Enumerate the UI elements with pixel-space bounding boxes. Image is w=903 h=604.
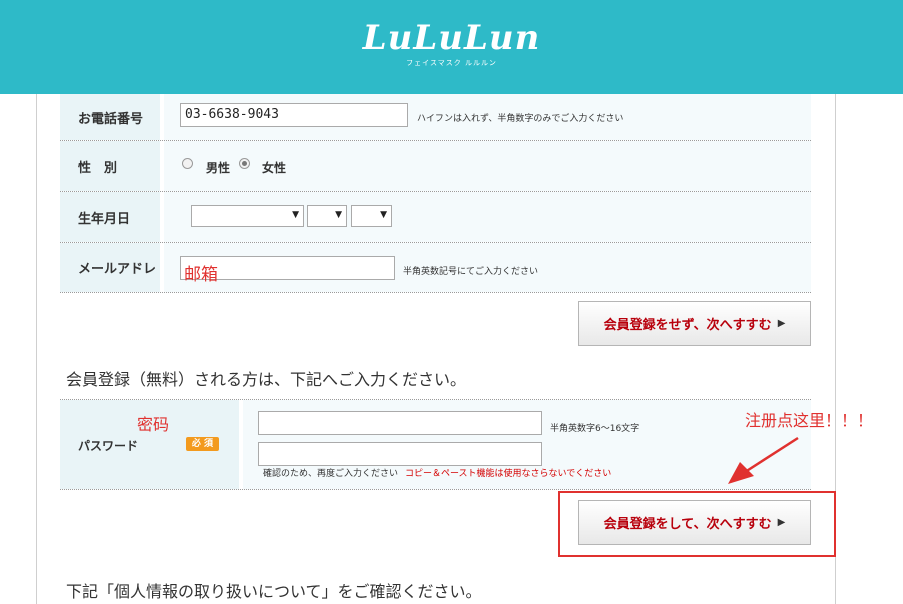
phone-input[interactable]: 03-6638-9043 bbox=[180, 103, 408, 127]
logo[interactable]: LuLuLun bbox=[0, 18, 903, 58]
triangle-right-icon: ▶ bbox=[777, 318, 786, 329]
logo-subtitle: フェイスマスク ルルルン bbox=[406, 59, 497, 67]
triangle-down-icon: ▼ bbox=[380, 210, 387, 220]
required-badge: 必 須 bbox=[186, 437, 219, 451]
phone-hint: ハイフンは入れず、半角数字のみでご入力ください bbox=[417, 114, 624, 124]
site-header: LuLuLun フェイスマスク ルルルン bbox=[0, 0, 903, 94]
email-label: メールアドレ bbox=[60, 243, 160, 292]
gender-male-radio[interactable] bbox=[182, 158, 193, 169]
email-row: メールアドレ 半角英数記号にてご入力ください bbox=[60, 243, 811, 293]
password-row: 半角英数字6〜16文字 確認のため、再度ご入力ください コピー＆ペースト機能は使… bbox=[60, 399, 811, 490]
register-highlight-box bbox=[558, 491, 836, 557]
birth-day-select[interactable]: ▼ bbox=[351, 205, 392, 227]
phone-row: お電話番号 03-6638-9043 ハイフンは入れず、半角数字のみでご入力くだ… bbox=[60, 94, 811, 141]
password-annotation: 密码 bbox=[137, 415, 170, 434]
gender-row: 性 別 男性 女性 bbox=[60, 141, 811, 192]
gender-female-label[interactable]: 女性 bbox=[262, 159, 286, 176]
birthday-field-area: ▼ ▼ ▼ bbox=[164, 192, 811, 242]
phone-field-area: 03-6638-9043 ハイフンは入れず、半角数字のみでご入力ください bbox=[164, 94, 811, 140]
email-field-area: 半角英数記号にてご入力ください bbox=[164, 243, 811, 292]
arrow-icon bbox=[728, 436, 799, 484]
click-here-annotation: 注册点这里！！！ bbox=[745, 411, 874, 430]
gender-female-radio[interactable] bbox=[239, 158, 250, 169]
password-label: パスワード bbox=[78, 439, 139, 453]
skip-registration-button[interactable]: 会員登録をせず、次へすすむ ▶ bbox=[578, 301, 811, 346]
skip-registration-label: 会員登録をせず、次へすすむ bbox=[603, 318, 772, 333]
password-confirm-input[interactable] bbox=[258, 442, 542, 466]
password-hint: 半角英数字6〜16文字 bbox=[550, 424, 640, 434]
password-confirm-note: 確認のため、再度ご入力ください bbox=[263, 469, 399, 479]
triangle-down-icon: ▼ bbox=[292, 210, 299, 220]
birthday-label: 生年月日 bbox=[60, 192, 160, 242]
password-warning: コピー＆ペースト機能は使用なさらないでください bbox=[405, 469, 612, 479]
gender-field-area: 男性 女性 bbox=[164, 141, 811, 191]
gender-label: 性 別 bbox=[60, 141, 160, 191]
birthday-row: 生年月日 ▼ ▼ ▼ bbox=[60, 192, 811, 243]
birth-month-select[interactable]: ▼ bbox=[307, 205, 347, 227]
birth-year-select[interactable]: ▼ bbox=[191, 205, 304, 227]
email-annotation: 邮箱 bbox=[184, 265, 218, 285]
privacy-heading: 下記「個人情報の取り扱いについて」をご確認ください。 bbox=[66, 582, 482, 601]
phone-label: お電話番号 bbox=[60, 94, 160, 140]
email-hint: 半角英数記号にてご入力ください bbox=[403, 267, 539, 277]
triangle-down-icon: ▼ bbox=[335, 210, 342, 220]
gender-male-label[interactable]: 男性 bbox=[206, 159, 230, 176]
password-input[interactable] bbox=[258, 411, 542, 435]
register-heading: 会員登録（無料）される方は、下記へご入力ください。 bbox=[66, 370, 467, 389]
